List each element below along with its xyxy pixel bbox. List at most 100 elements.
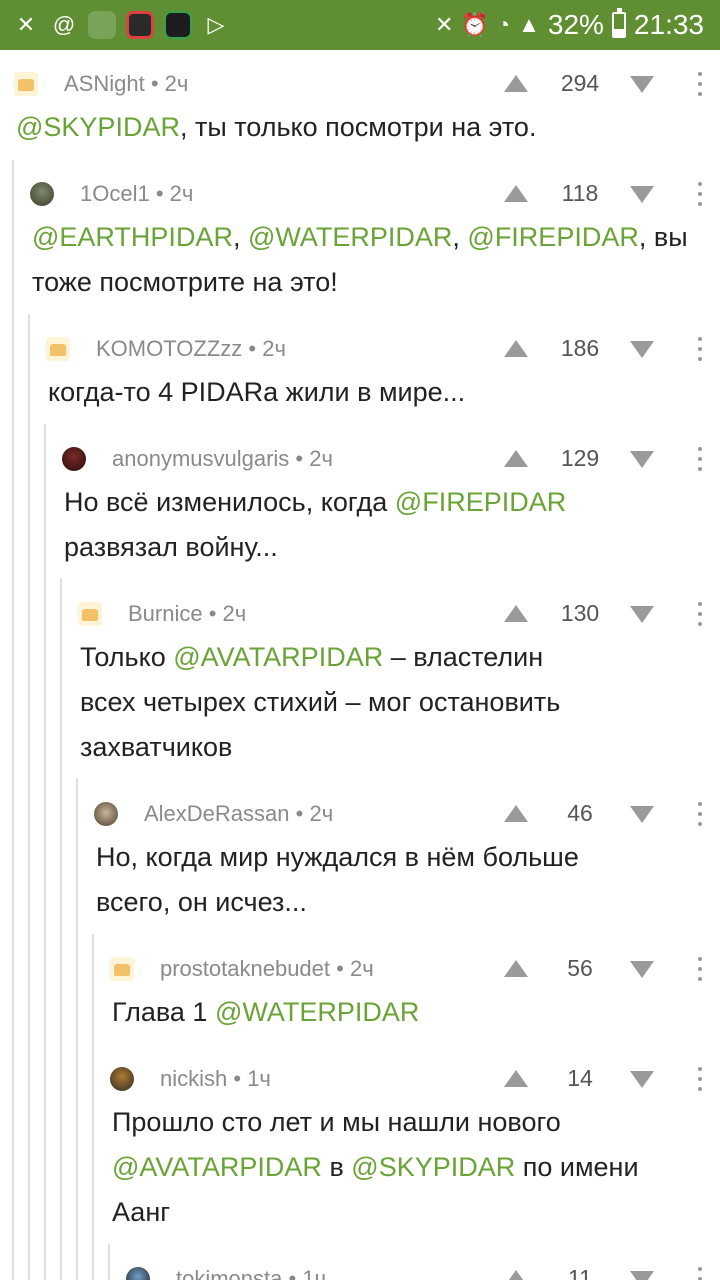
user-mention-link[interactable]: @AVATARPIDAR — [173, 642, 383, 672]
comment-text: Прошло сто лет и мы нашли нового @AVATARP… — [112, 1100, 696, 1235]
comment-author[interactable]: anonymusvulgaris • 2ч — [112, 446, 333, 472]
arrow-up-icon[interactable] — [504, 185, 528, 202]
comment-actions: 56 — [500, 949, 720, 989]
more-vertical-icon[interactable] — [692, 443, 708, 475]
app-notification-icon — [88, 11, 116, 39]
arrow-down-icon[interactable] — [630, 341, 654, 358]
user-mention-link[interactable]: @AVATARPIDAR — [112, 1152, 322, 1182]
comment-text-segment: по имени — [515, 1152, 639, 1182]
username[interactable]: Burnice — [128, 601, 203, 626]
avatar[interactable] — [110, 1067, 134, 1091]
comment-header: KOMOTOZZzz • 2ч — [46, 329, 286, 369]
comment-header: ASNight • 2ч — [14, 64, 188, 104]
comment-author[interactable]: tokimonsta • 1ч — [176, 1266, 326, 1280]
username[interactable]: nickish — [160, 1066, 227, 1091]
avatar[interactable] — [126, 1267, 150, 1280]
user-mention-link[interactable]: @FIREPIDAR — [467, 222, 638, 252]
arrow-up-icon[interactable] — [504, 605, 528, 622]
comment-text: @EARTHPIDAR, @WATERPIDAR, @FIREPIDAR, вы… — [32, 215, 696, 305]
more-vertical-icon[interactable] — [692, 1063, 708, 1095]
comment-score: 129 — [560, 445, 600, 471]
arrow-down-icon[interactable] — [630, 451, 654, 468]
arrow-down-icon[interactable] — [630, 806, 654, 823]
comment-author[interactable]: KOMOTOZZzz • 2ч — [96, 336, 286, 362]
comment-text-segment: , — [452, 222, 468, 252]
comment-score: 294 — [560, 70, 600, 96]
battery-icon — [611, 8, 626, 38]
comment-text-segment: в — [321, 1152, 352, 1182]
user-mention-link[interactable]: @WATERPIDAR — [215, 997, 419, 1027]
username[interactable]: anonymusvulgaris — [112, 446, 289, 471]
more-vertical-icon[interactable] — [692, 178, 708, 210]
comment-actions: 11 — [500, 1259, 720, 1280]
comment-time: 2ч — [222, 601, 247, 626]
comment-header: nickish • 1ч — [110, 1059, 271, 1099]
more-vertical-icon[interactable] — [692, 598, 708, 630]
comment-header: 1Ocel1 • 2ч — [30, 174, 193, 214]
arrow-up-icon[interactable] — [504, 75, 528, 92]
more-vertical-icon[interactable] — [692, 798, 708, 830]
comment-time: 1ч — [247, 1066, 271, 1091]
play-store-icon: ▷ — [207, 12, 225, 37]
arrow-up-icon[interactable] — [504, 1270, 528, 1280]
more-vertical-icon[interactable] — [692, 1263, 708, 1280]
arrow-up-icon[interactable] — [504, 805, 528, 822]
comment-line: Глава 1 @WATERPIDAR — [112, 990, 696, 1035]
comment-line: всех четырех стихий – мог остановить — [80, 680, 696, 725]
username[interactable]: tokimonsta — [176, 1266, 282, 1280]
comment-score: 130 — [560, 600, 600, 626]
more-vertical-icon[interactable] — [692, 333, 708, 365]
arrow-down-icon[interactable] — [630, 961, 654, 978]
arrow-down-icon[interactable] — [630, 1071, 654, 1088]
comment-text: когда-то 4 PIDARа жили в мире... — [48, 370, 696, 415]
comment-text-segment: , — [232, 222, 248, 252]
user-mention-link[interactable]: @EARTHPIDAR — [32, 222, 233, 252]
comment-author[interactable]: ASNight • 2ч — [64, 71, 188, 97]
separator-dot: • — [149, 181, 170, 206]
arrow-up-icon[interactable] — [504, 340, 528, 357]
avatar[interactable] — [62, 447, 86, 471]
avatar[interactable] — [78, 602, 102, 626]
user-mention-link[interactable]: @SKYPIDAR — [351, 1152, 515, 1182]
comment-author[interactable]: Burnice • 2ч — [128, 601, 246, 627]
status-bar: ✕ @ ▷ ✕ ⏰ ◔ ▲ 32% 21:33 — [0, 0, 720, 50]
arrow-down-icon[interactable] — [630, 1271, 654, 1280]
comment-author[interactable]: AlexDeRassan • 2ч — [144, 801, 333, 827]
comment-author[interactable]: 1Ocel1 • 2ч — [80, 181, 193, 207]
avatar[interactable] — [30, 182, 54, 206]
username[interactable]: KOMOTOZZzz — [96, 336, 242, 361]
username[interactable]: ASNight — [64, 71, 145, 96]
thread-line — [12, 160, 14, 1280]
separator-dot: • — [282, 1266, 303, 1280]
avatar[interactable] — [94, 802, 118, 826]
avatar[interactable] — [110, 957, 134, 981]
comment-time: 1ч — [302, 1266, 327, 1280]
comment-line: Прошло сто лет и мы нашли нового — [112, 1100, 696, 1145]
separator-dot: • — [289, 446, 310, 471]
avatar[interactable] — [46, 337, 70, 361]
username[interactable]: AlexDeRassan — [144, 801, 290, 826]
comment-line: Но, когда мир нуждался в нём больше — [96, 835, 696, 880]
comment-text-segment: , ты только посмотри на это. — [179, 112, 537, 142]
comment-author[interactable]: nickish • 1ч — [160, 1066, 271, 1092]
user-mention-link[interactable]: @SKYPIDAR — [16, 112, 180, 142]
more-vertical-icon[interactable] — [692, 68, 708, 100]
arrow-up-icon[interactable] — [504, 1070, 528, 1087]
user-mention-link[interactable]: @FIREPIDAR — [395, 487, 566, 517]
arrow-down-icon[interactable] — [630, 186, 654, 203]
more-vertical-icon[interactable] — [692, 953, 708, 985]
arrow-up-icon[interactable] — [504, 960, 528, 977]
username[interactable]: prostotaknebudet — [160, 956, 330, 981]
arrow-up-icon[interactable] — [504, 450, 528, 467]
separator-dot: • — [202, 601, 223, 626]
comment-time: 2ч — [262, 336, 286, 361]
comment-time: 2ч — [169, 181, 194, 206]
arrow-down-icon[interactable] — [630, 606, 654, 623]
avatar[interactable] — [14, 72, 38, 96]
comment-text-segment: когда-то 4 PIDARа жили в мире... — [48, 377, 466, 407]
comment-score: 118 — [561, 180, 599, 206]
username[interactable]: 1Ocel1 — [80, 181, 150, 206]
user-mention-link[interactable]: @WATERPIDAR — [248, 222, 452, 252]
comment-author[interactable]: prostotaknebudet • 2ч — [160, 956, 374, 982]
arrow-down-icon[interactable] — [630, 76, 654, 93]
